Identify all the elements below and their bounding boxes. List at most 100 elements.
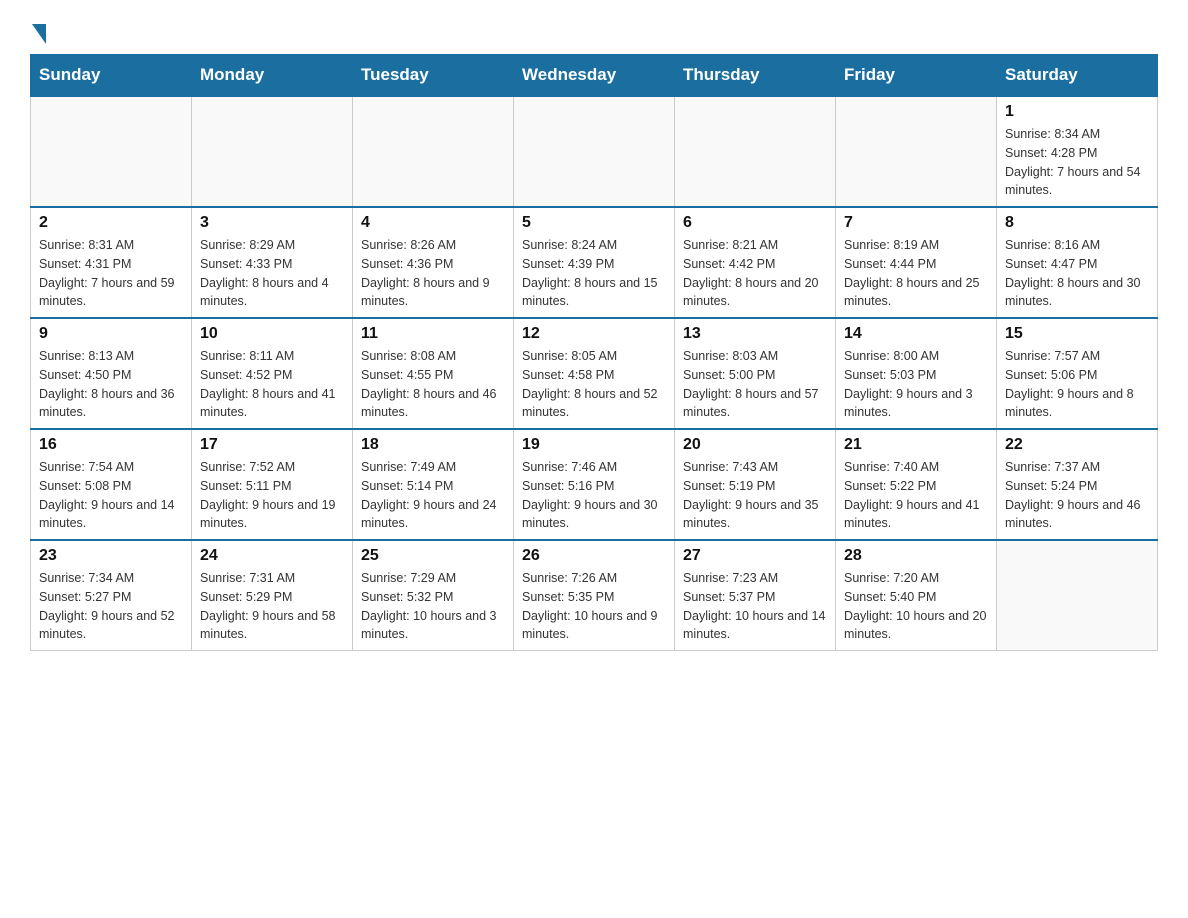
day-info: Sunrise: 7:54 AMSunset: 5:08 PMDaylight:… xyxy=(39,458,183,533)
calendar-cell: 4 Sunrise: 8:26 AMSunset: 4:36 PMDaylight… xyxy=(353,207,514,318)
calendar-cell: 6 Sunrise: 8:21 AMSunset: 4:42 PMDaylight… xyxy=(675,207,836,318)
day-of-week-wednesday: Wednesday xyxy=(514,55,675,97)
calendar-cell: 2 Sunrise: 8:31 AMSunset: 4:31 PMDaylight… xyxy=(31,207,192,318)
day-info: Sunrise: 8:08 AMSunset: 4:55 PMDaylight:… xyxy=(361,347,505,422)
calendar-cell: 21 Sunrise: 7:40 AMSunset: 5:22 PMDayligh… xyxy=(836,429,997,540)
day-info: Sunrise: 7:46 AMSunset: 5:16 PMDaylight:… xyxy=(522,458,666,533)
day-number: 14 xyxy=(844,325,988,343)
day-info: Sunrise: 7:34 AMSunset: 5:27 PMDaylight:… xyxy=(39,569,183,644)
day-number: 5 xyxy=(522,214,666,232)
day-of-week-tuesday: Tuesday xyxy=(353,55,514,97)
day-number: 17 xyxy=(200,436,344,454)
day-number: 28 xyxy=(844,547,988,565)
calendar-cell: 5 Sunrise: 8:24 AMSunset: 4:39 PMDaylight… xyxy=(514,207,675,318)
calendar-cell: 24 Sunrise: 7:31 AMSunset: 5:29 PMDayligh… xyxy=(192,540,353,651)
day-info: Sunrise: 7:40 AMSunset: 5:22 PMDaylight:… xyxy=(844,458,988,533)
day-info: Sunrise: 8:24 AMSunset: 4:39 PMDaylight:… xyxy=(522,236,666,311)
calendar-cell xyxy=(675,96,836,207)
day-number: 24 xyxy=(200,547,344,565)
day-info: Sunrise: 8:26 AMSunset: 4:36 PMDaylight:… xyxy=(361,236,505,311)
day-number: 16 xyxy=(39,436,183,454)
day-info: Sunrise: 7:26 AMSunset: 5:35 PMDaylight:… xyxy=(522,569,666,644)
calendar-cell: 26 Sunrise: 7:26 AMSunset: 5:35 PMDayligh… xyxy=(514,540,675,651)
calendar-cell: 10 Sunrise: 8:11 AMSunset: 4:52 PMDayligh… xyxy=(192,318,353,429)
calendar-week-3: 9 Sunrise: 8:13 AMSunset: 4:50 PMDaylight… xyxy=(31,318,1158,429)
day-info: Sunrise: 7:23 AMSunset: 5:37 PMDaylight:… xyxy=(683,569,827,644)
day-info: Sunrise: 7:37 AMSunset: 5:24 PMDaylight:… xyxy=(1005,458,1149,533)
calendar-cell: 20 Sunrise: 7:43 AMSunset: 5:19 PMDayligh… xyxy=(675,429,836,540)
calendar-cell: 14 Sunrise: 8:00 AMSunset: 5:03 PMDayligh… xyxy=(836,318,997,429)
calendar-cell xyxy=(836,96,997,207)
day-info: Sunrise: 8:19 AMSunset: 4:44 PMDaylight:… xyxy=(844,236,988,311)
day-number: 21 xyxy=(844,436,988,454)
calendar-cell: 15 Sunrise: 7:57 AMSunset: 5:06 PMDayligh… xyxy=(997,318,1158,429)
day-info: Sunrise: 7:49 AMSunset: 5:14 PMDaylight:… xyxy=(361,458,505,533)
page-header xyxy=(30,20,1158,44)
day-number: 20 xyxy=(683,436,827,454)
day-info: Sunrise: 7:31 AMSunset: 5:29 PMDaylight:… xyxy=(200,569,344,644)
calendar-cell: 8 Sunrise: 8:16 AMSunset: 4:47 PMDaylight… xyxy=(997,207,1158,318)
day-number: 3 xyxy=(200,214,344,232)
calendar-cell: 18Sunrise: 7:49 AMSunset: 5:14 PMDayligh… xyxy=(353,429,514,540)
day-number: 7 xyxy=(844,214,988,232)
day-number: 9 xyxy=(39,325,183,343)
calendar-week-4: 16 Sunrise: 7:54 AMSunset: 5:08 PMDayligh… xyxy=(31,429,1158,540)
calendar-cell: 11 Sunrise: 8:08 AMSunset: 4:55 PMDayligh… xyxy=(353,318,514,429)
day-number: 19 xyxy=(522,436,666,454)
calendar-cell xyxy=(353,96,514,207)
day-number: 22 xyxy=(1005,436,1149,454)
day-of-week-sunday: Sunday xyxy=(31,55,192,97)
calendar-cell xyxy=(997,540,1158,651)
day-info: Sunrise: 8:34 AMSunset: 4:28 PMDaylight:… xyxy=(1005,125,1149,200)
day-of-week-friday: Friday xyxy=(836,55,997,97)
calendar-cell: 3 Sunrise: 8:29 AMSunset: 4:33 PMDaylight… xyxy=(192,207,353,318)
calendar-header-row: SundayMondayTuesdayWednesdayThursdayFrid… xyxy=(31,55,1158,97)
calendar-week-5: 23 Sunrise: 7:34 AMSunset: 5:27 PMDayligh… xyxy=(31,540,1158,651)
logo xyxy=(30,20,46,44)
day-number: 11 xyxy=(361,325,505,343)
calendar-cell: 1Sunrise: 8:34 AMSunset: 4:28 PMDaylight… xyxy=(997,96,1158,207)
calendar-cell: 28 Sunrise: 7:20 AMSunset: 5:40 PMDayligh… xyxy=(836,540,997,651)
calendar-week-1: 1Sunrise: 8:34 AMSunset: 4:28 PMDaylight… xyxy=(31,96,1158,207)
day-info: Sunrise: 7:52 AMSunset: 5:11 PMDaylight:… xyxy=(200,458,344,533)
calendar-cell: 7 Sunrise: 8:19 AMSunset: 4:44 PMDaylight… xyxy=(836,207,997,318)
day-info: Sunrise: 7:29 AMSunset: 5:32 PMDaylight:… xyxy=(361,569,505,644)
day-info: Sunrise: 8:13 AMSunset: 4:50 PMDaylight:… xyxy=(39,347,183,422)
day-number: 27 xyxy=(683,547,827,565)
day-number: 25 xyxy=(361,547,505,565)
day-number: 26 xyxy=(522,547,666,565)
calendar-cell xyxy=(31,96,192,207)
day-info: Sunrise: 8:16 AMSunset: 4:47 PMDaylight:… xyxy=(1005,236,1149,311)
day-info: Sunrise: 8:29 AMSunset: 4:33 PMDaylight:… xyxy=(200,236,344,311)
calendar-cell: 22 Sunrise: 7:37 AMSunset: 5:24 PMDayligh… xyxy=(997,429,1158,540)
calendar-cell: 23 Sunrise: 7:34 AMSunset: 5:27 PMDayligh… xyxy=(31,540,192,651)
day-info: Sunrise: 8:05 AMSunset: 4:58 PMDaylight:… xyxy=(522,347,666,422)
day-number: 2 xyxy=(39,214,183,232)
calendar-table: SundayMondayTuesdayWednesdayThursdayFrid… xyxy=(30,54,1158,651)
day-info: Sunrise: 7:57 AMSunset: 5:06 PMDaylight:… xyxy=(1005,347,1149,422)
day-info: Sunrise: 8:03 AMSunset: 5:00 PMDaylight:… xyxy=(683,347,827,422)
day-info: Sunrise: 8:21 AMSunset: 4:42 PMDaylight:… xyxy=(683,236,827,311)
calendar-cell: 13 Sunrise: 8:03 AMSunset: 5:00 PMDayligh… xyxy=(675,318,836,429)
calendar-cell: 19 Sunrise: 7:46 AMSunset: 5:16 PMDayligh… xyxy=(514,429,675,540)
day-info: Sunrise: 7:20 AMSunset: 5:40 PMDaylight:… xyxy=(844,569,988,644)
day-info: Sunrise: 8:31 AMSunset: 4:31 PMDaylight:… xyxy=(39,236,183,311)
day-number: 6 xyxy=(683,214,827,232)
calendar-cell: 9 Sunrise: 8:13 AMSunset: 4:50 PMDaylight… xyxy=(31,318,192,429)
day-number: 13 xyxy=(683,325,827,343)
calendar-week-2: 2 Sunrise: 8:31 AMSunset: 4:31 PMDaylight… xyxy=(31,207,1158,318)
calendar-cell: 25 Sunrise: 7:29 AMSunset: 5:32 PMDayligh… xyxy=(353,540,514,651)
day-number: 10 xyxy=(200,325,344,343)
day-number: 15 xyxy=(1005,325,1149,343)
day-number: 8 xyxy=(1005,214,1149,232)
day-number: 23 xyxy=(39,547,183,565)
day-info: Sunrise: 8:00 AMSunset: 5:03 PMDaylight:… xyxy=(844,347,988,422)
calendar-cell: 12Sunrise: 8:05 AMSunset: 4:58 PMDayligh… xyxy=(514,318,675,429)
day-number: 4 xyxy=(361,214,505,232)
calendar-cell xyxy=(192,96,353,207)
calendar-cell: 17 Sunrise: 7:52 AMSunset: 5:11 PMDayligh… xyxy=(192,429,353,540)
day-of-week-thursday: Thursday xyxy=(675,55,836,97)
calendar-cell xyxy=(514,96,675,207)
day-info: Sunrise: 7:43 AMSunset: 5:19 PMDaylight:… xyxy=(683,458,827,533)
day-info: Sunrise: 8:11 AMSunset: 4:52 PMDaylight:… xyxy=(200,347,344,422)
